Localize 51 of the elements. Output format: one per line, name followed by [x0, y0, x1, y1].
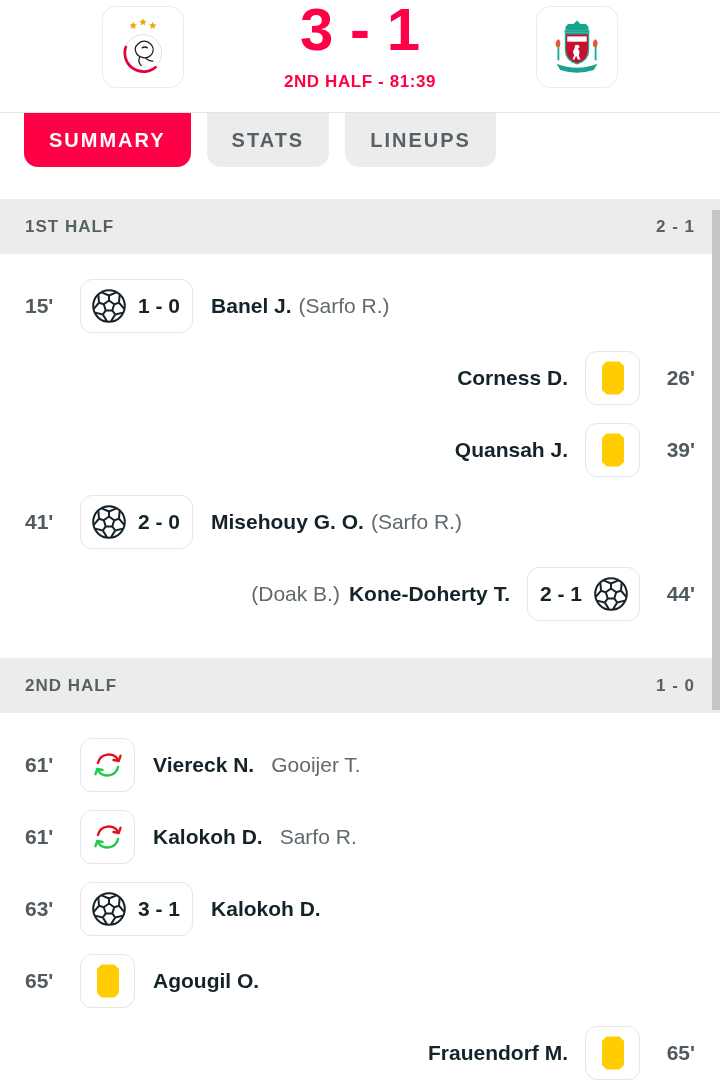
goal-score: 1 - 0	[138, 294, 181, 318]
match-score: 3 - 1	[299, 0, 421, 60]
substitution-icon	[80, 810, 135, 864]
assist-player-name: (Sarfo R.)	[370, 510, 462, 534]
event-minute: 44'	[665, 582, 695, 606]
card-icon	[585, 1026, 640, 1080]
event-minute: 63'	[25, 897, 55, 921]
goal-score: 2 - 0	[138, 510, 181, 534]
soccer-ball-icon	[594, 577, 628, 611]
assist-player-name: (Doak B.)	[251, 582, 340, 606]
soccer-ball-icon	[92, 892, 126, 926]
player-name: Banel J.	[211, 294, 292, 318]
scrollbar-thumb[interactable]	[712, 210, 720, 710]
event-minute: 61'	[25, 825, 55, 849]
player-name: Frauendorf M.	[428, 1041, 568, 1065]
tab[interactable]: SUMMARY	[24, 113, 191, 167]
event-minute: 39'	[665, 438, 695, 462]
player-name: Quansah J.	[454, 438, 568, 462]
event-minute: 41'	[25, 510, 55, 534]
substituted-player-name: Sarfo R.	[279, 825, 357, 849]
goal-score: 2 - 1	[539, 582, 582, 606]
player-name: Kone-Doherty T.	[348, 582, 510, 606]
player-name: Kalokoh D.	[211, 897, 321, 921]
section-title: 2ND HALF	[25, 675, 118, 696]
event-minute: 61'	[25, 753, 55, 777]
away-crest-icon	[536, 6, 618, 88]
section-score: 2 - 1	[655, 216, 695, 237]
card-icon	[585, 423, 640, 477]
player-name: Agougil O.	[153, 969, 260, 993]
substitution-icon	[80, 738, 135, 792]
tab[interactable]: LINEUPS	[345, 113, 496, 167]
event-minute: 26'	[665, 366, 695, 390]
event-minute: 15'	[25, 294, 55, 318]
event-minute: 65'	[25, 969, 55, 993]
event-minute: 65'	[665, 1041, 695, 1065]
section-title: 1ST HALF	[25, 216, 115, 237]
soccer-ball-icon	[92, 289, 126, 323]
match-status: 2ND HALF - 81:39	[283, 72, 437, 92]
player-name: Corness D.	[457, 366, 568, 390]
player-name: Misehouy G. O.	[211, 510, 364, 534]
goal-score: 3 - 1	[138, 897, 181, 921]
section-score: 1 - 0	[655, 675, 695, 696]
player-name: Kalokoh D.	[153, 825, 263, 849]
tab[interactable]: STATS	[206, 113, 330, 167]
assist-player-name: (Sarfo R.)	[298, 294, 390, 318]
substituted-player-name: Gooijer T.	[271, 753, 361, 777]
player-name: Viereck N.	[153, 753, 255, 777]
card-icon	[585, 351, 640, 405]
soccer-ball-icon	[92, 505, 126, 539]
card-icon	[80, 954, 135, 1008]
home-crest-icon	[102, 6, 184, 88]
